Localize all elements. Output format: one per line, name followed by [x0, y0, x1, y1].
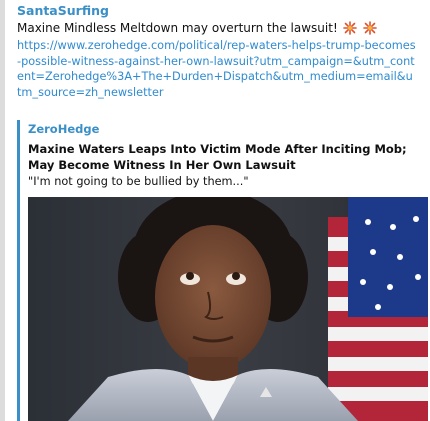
chat-message: SantaSurfing Maxine Mindless Meltdown ma…: [17, 3, 427, 100]
sender-name[interactable]: SantaSurfing: [17, 3, 427, 20]
preview-site-name: ZeroHedge: [28, 122, 100, 136]
burst-icon: [362, 21, 377, 35]
portrait-photo[interactable]: [28, 197, 428, 421]
message-text-row: Maxine Mindless Meltdown may overturn th…: [17, 20, 427, 36]
message-text: Maxine Mindless Meltdown may overturn th…: [17, 21, 338, 35]
preview-title: Maxine Waters Leaps Into Victim Mode Aft…: [28, 142, 407, 172]
message-link[interactable]: https://www.zerohedge.com/political/rep-…: [17, 38, 417, 100]
burst-icon: [342, 21, 357, 35]
chat-left-divider: [0, 0, 5, 421]
preview-description: "I'm not going to be bullied by them...": [28, 175, 249, 188]
link-preview[interactable]: ZeroHedge Maxine Waters Leaps Into Victi…: [17, 120, 430, 421]
preview-accent-bar: [17, 120, 20, 421]
preview-content: ZeroHedge Maxine Waters Leaps Into Victi…: [28, 120, 428, 189]
